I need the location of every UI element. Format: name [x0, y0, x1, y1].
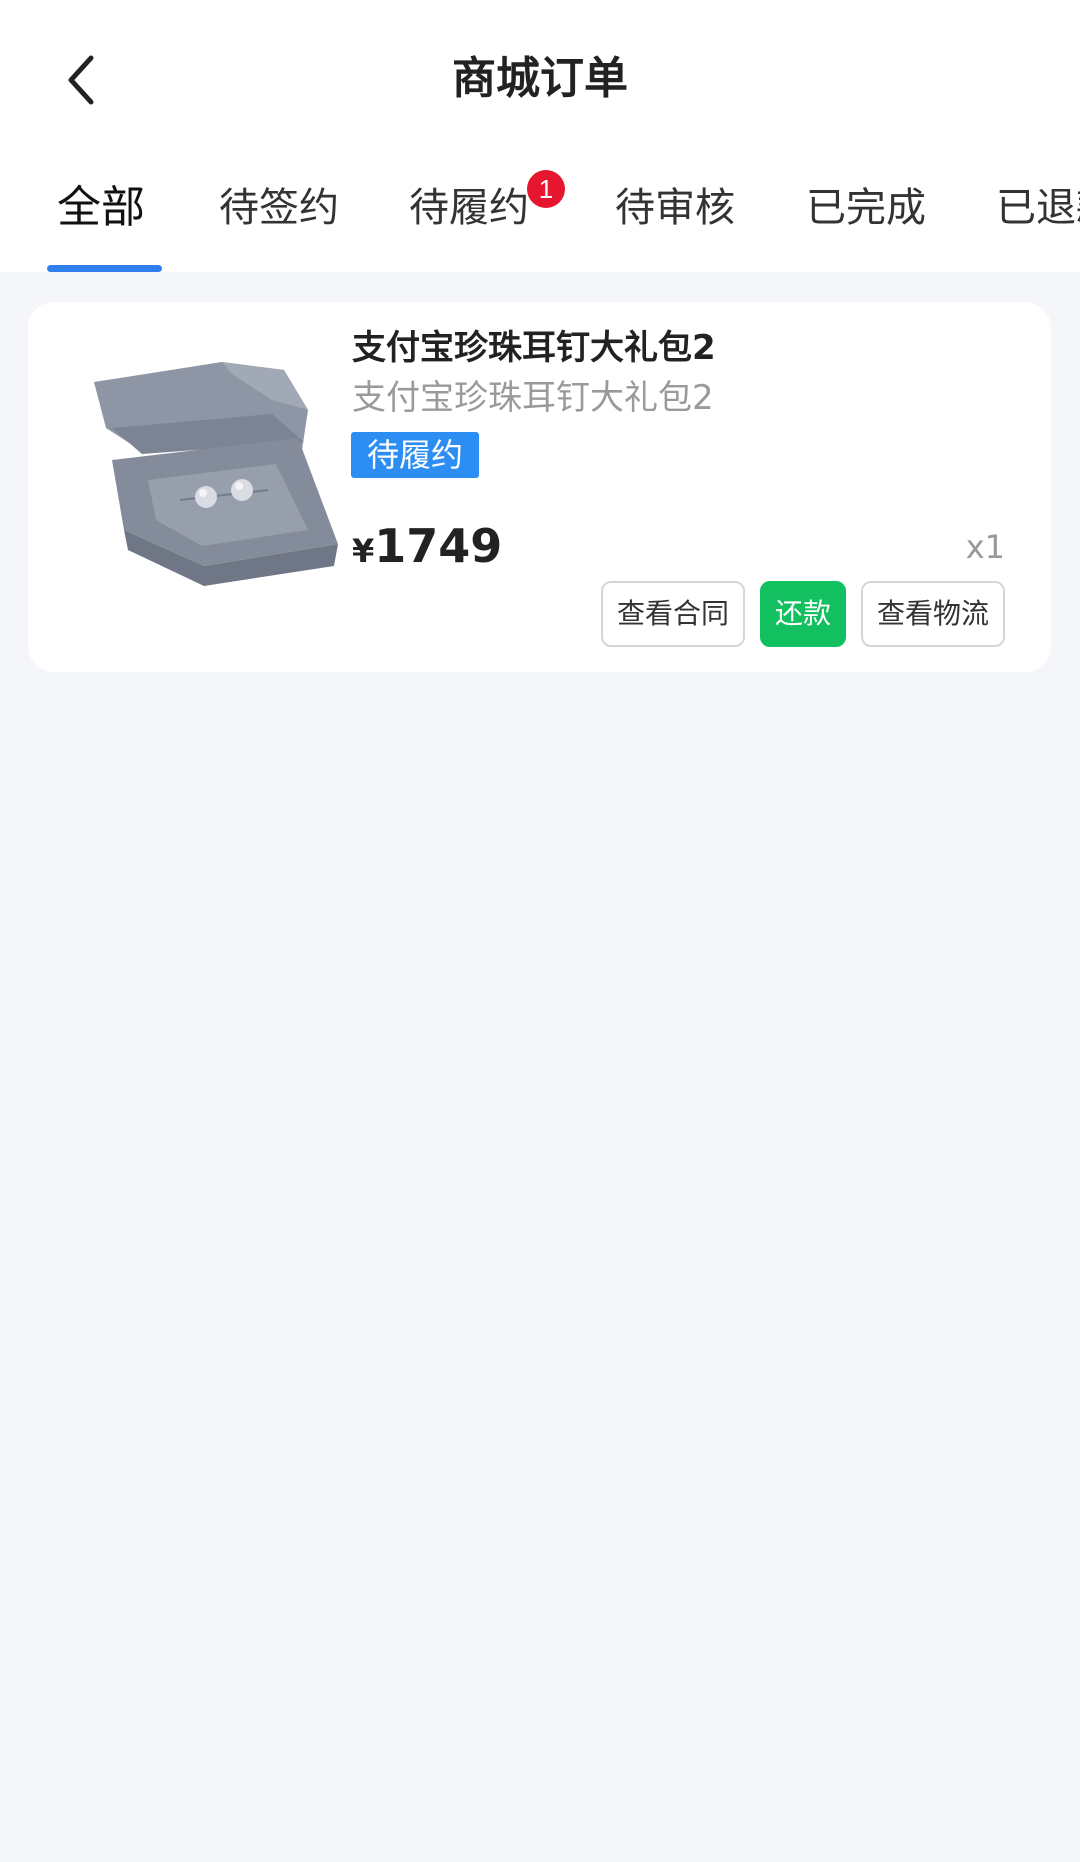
- tab-refunded[interactable]: 已退款: [996, 180, 1080, 236]
- repay-button[interactable]: 还款: [760, 581, 846, 647]
- tab-pending-fulfill[interactable]: 待履约: [409, 180, 529, 236]
- product-name: 支付宝珍珠耳钉大礼包2: [352, 328, 716, 368]
- view-contract-button[interactable]: 查看合同: [601, 581, 745, 647]
- tab-completed[interactable]: 已完成: [806, 180, 926, 236]
- price-value: 1749: [374, 519, 503, 573]
- product-image: [94, 362, 338, 586]
- view-logistics-button[interactable]: 查看物流: [861, 581, 1005, 647]
- currency-symbol: ¥: [352, 532, 375, 570]
- nav-bar: 商城订单: [0, 0, 1080, 150]
- tab-pending-review[interactable]: 待审核: [615, 180, 735, 236]
- status-badge: 待履约: [351, 432, 479, 478]
- product-subtitle: 支付宝珍珠耳钉大礼包2: [352, 378, 714, 418]
- quantity: x1: [965, 528, 1005, 566]
- active-tab-indicator: [47, 265, 162, 272]
- tab-bar: 全部 待签约 待履约 1 待审核 已完成 已退款: [0, 150, 1080, 272]
- order-card[interactable]: 支付宝珍珠耳钉大礼包2 支付宝珍珠耳钉大礼包2 待履约 ¥1749 x1 查看合…: [28, 302, 1051, 672]
- notification-badge: 1: [527, 170, 565, 208]
- tab-pending-sign[interactable]: 待签约: [219, 180, 339, 236]
- page-title: 商城订单: [452, 53, 628, 104]
- tab-all[interactable]: 全部: [57, 180, 145, 236]
- price: ¥1749: [352, 518, 502, 579]
- header: 商城订单 全部 待签约 待履约 1 待审核 已完成 已退款: [0, 0, 1080, 272]
